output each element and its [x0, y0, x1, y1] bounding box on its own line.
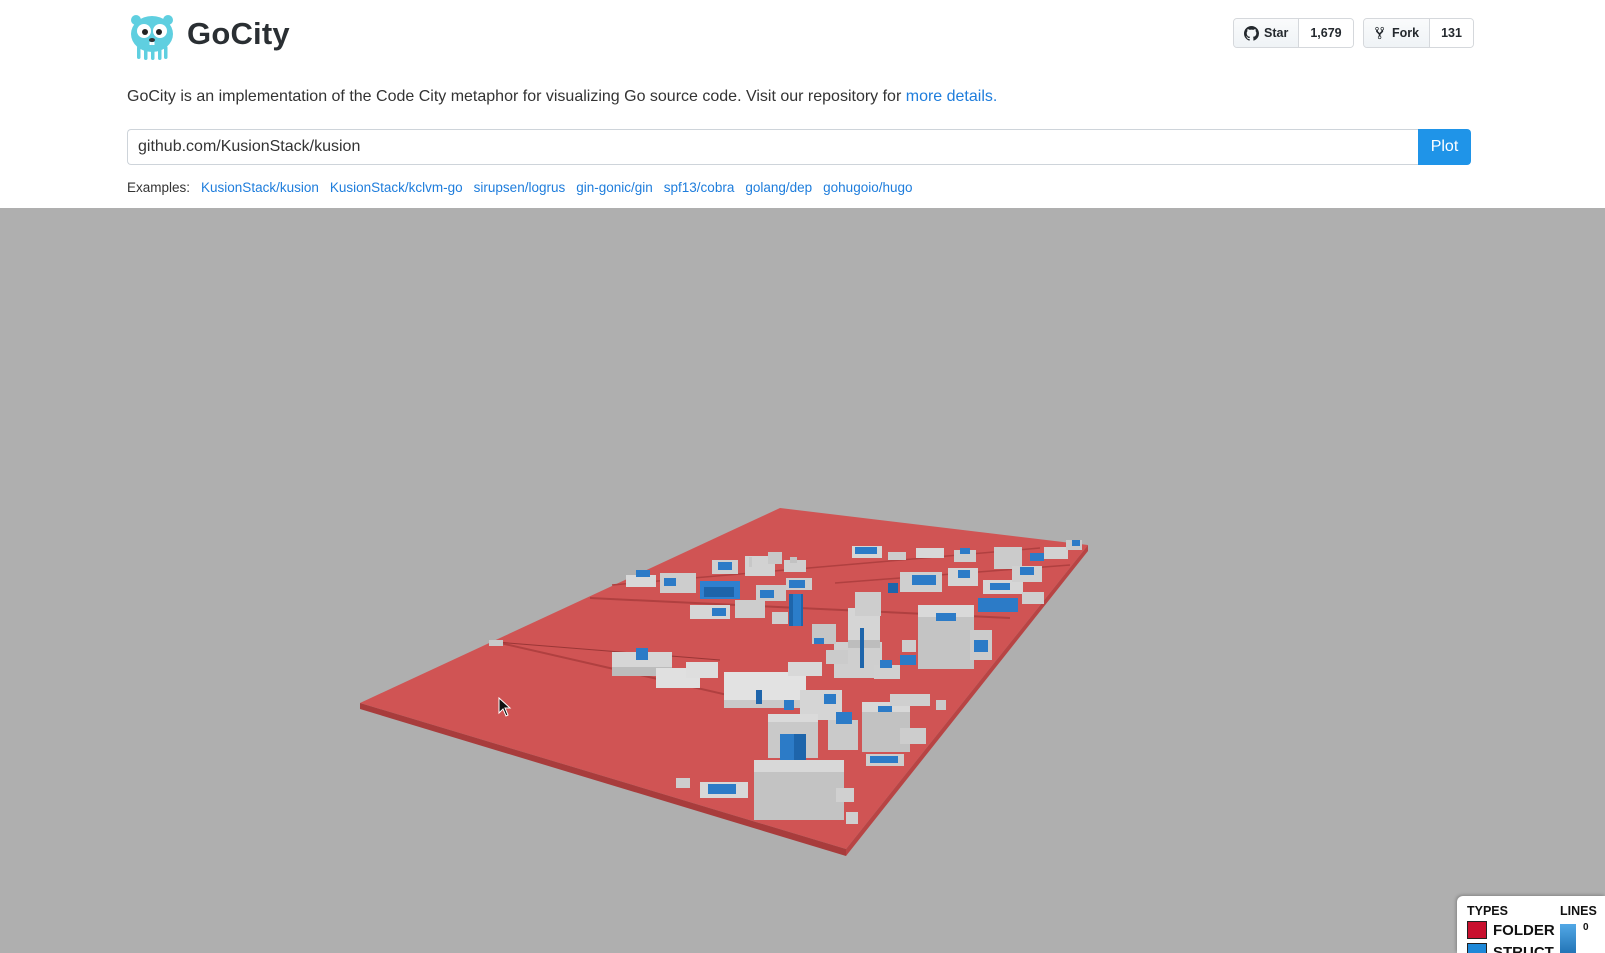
description: GoCity is an implementation of the Code … — [127, 88, 997, 106]
example-link[interactable]: spf13/cobra — [664, 180, 735, 195]
examples-label: Examples: — [127, 180, 191, 195]
examples-row: Examples: KusionStack/kusion KusionStack… — [127, 180, 913, 195]
star-label: Star — [1264, 26, 1289, 40]
star-button[interactable]: Star — [1234, 19, 1300, 47]
legend-type-folder: FOLDER — [1467, 921, 1555, 939]
legend-types-title: TYPES — [1467, 904, 1508, 918]
app-brand[interactable]: GoCity — [187, 16, 290, 52]
repo-input[interactable] — [127, 129, 1418, 165]
fork-button[interactable]: Fork — [1364, 19, 1431, 47]
legend-type-struct: STRUCT — [1467, 943, 1554, 953]
gopher-logo-icon[interactable] — [127, 12, 177, 60]
repo-search-bar: Plot — [127, 129, 1471, 165]
example-link[interactable]: KusionStack/kusion — [201, 180, 319, 195]
github-fork-widget: Fork 131 — [1363, 18, 1474, 48]
legend-type-label: FOLDER — [1493, 921, 1555, 939]
example-link[interactable]: golang/dep — [745, 180, 812, 195]
corner-building — [489, 640, 503, 646]
fork-count[interactable]: 131 — [1430, 19, 1473, 47]
legend-panel: TYPES LINES FOLDER STRUCT 0 — [1457, 896, 1605, 953]
description-text: GoCity is an implementation of the Code … — [127, 88, 906, 105]
legend-lines-title: LINES — [1560, 904, 1597, 918]
legend-type-label: STRUCT — [1493, 943, 1554, 953]
github-icon — [1244, 25, 1259, 41]
github-star-widget: Star 1,679 — [1233, 18, 1354, 48]
lines-gradient-bar — [1560, 924, 1576, 953]
page-header: GoCity Star 1,679 Fork 131 GoCity is an … — [0, 0, 1605, 208]
example-link[interactable]: gohugoio/hugo — [823, 180, 912, 195]
city-canvas[interactable] — [0, 208, 1605, 953]
example-link[interactable]: gin-gonic/gin — [576, 180, 653, 195]
struct-swatch — [1467, 943, 1487, 953]
lines-min-value: 0 — [1583, 922, 1589, 933]
fork-label: Fork — [1392, 26, 1420, 40]
fork-icon — [1375, 26, 1384, 40]
plot-button[interactable]: Plot — [1418, 129, 1471, 165]
mouse-cursor-icon — [498, 697, 512, 717]
example-link[interactable]: KusionStack/kclvm-go — [330, 180, 463, 195]
code-city-scene[interactable] — [0, 208, 1605, 953]
more-details-link[interactable]: more details. — [906, 88, 998, 105]
folder-swatch — [1467, 921, 1487, 939]
star-count[interactable]: 1,679 — [1299, 19, 1353, 47]
example-link[interactable]: sirupsen/logrus — [474, 180, 566, 195]
